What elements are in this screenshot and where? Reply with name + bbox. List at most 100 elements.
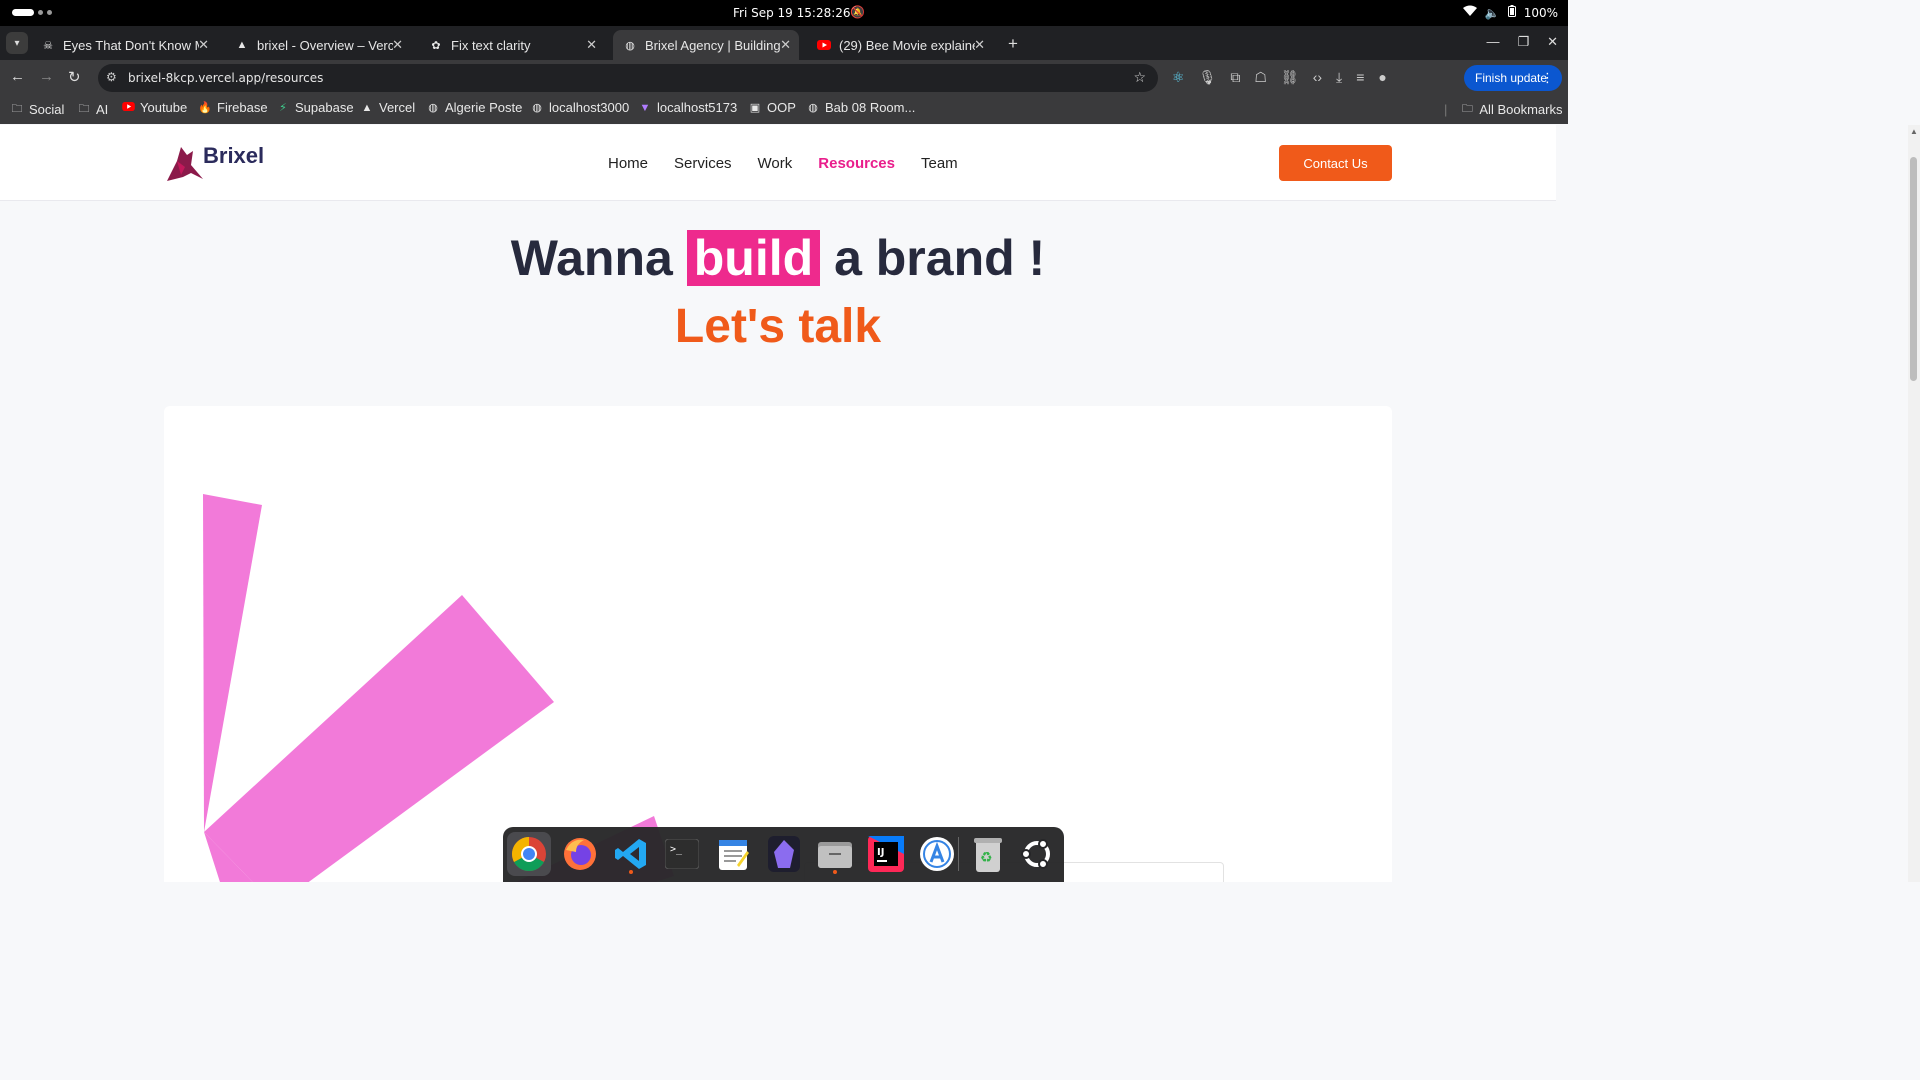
main-nav: Home Services Work Resources Team [608,155,958,172]
contact-us-button[interactable]: Contact Us [1279,145,1392,181]
bookmark-algerie-poste[interactable]: ◍ Algerie Poste [426,100,522,115]
nav-resources[interactable]: Resources [818,155,895,172]
download-icon[interactable]: ⤓ [1336,69,1342,86]
tab-youtube[interactable]: (29) Bee Movie explained ✕ [807,30,993,60]
bookmark-label: Youtube [140,100,188,115]
code-icon[interactable]: ‹› [1313,69,1322,86]
vercel-icon: ▲ [361,101,373,114]
hero-text-a-brand: a brand ! [834,230,1046,286]
address-url[interactable]: brixel-8kcp.vercel.app/resources [128,71,323,85]
all-bookmarks[interactable]: | 🗀 All Bookmarks [1444,100,1562,119]
close-icon[interactable]: ✕ [586,37,597,53]
tab-search-chevron-icon[interactable]: ▾ [6,32,28,54]
address-bar[interactable]: ⚙ brixel-8kcp.vercel.app/resources ☆ [98,64,1158,92]
react-devtools-icon[interactable]: ⚛ [1172,69,1185,86]
bookmark-star-icon[interactable]: ☆ [1133,69,1146,86]
bookmark-label: Bab 08 Room... [825,100,916,115]
close-icon[interactable]: ✕ [198,37,209,53]
tab-eyes[interactable]: ☠ Eyes That Don't Know M ✕ [31,30,217,60]
trash-icon[interactable]: ♻ [966,832,1010,876]
extensions-puzzle-icon[interactable]: ⧉ [1230,69,1240,86]
firefox-icon[interactable] [558,832,602,876]
forward-arrow-icon[interactable]: → [39,68,54,86]
close-icon[interactable]: ✕ [974,37,985,53]
window-controls: — ❐ ✕ [1486,34,1558,50]
system-tray[interactable]: 🔈 100% [1462,5,1558,20]
bookmark-label: Supabase [295,100,354,115]
back-arrow-icon[interactable]: ← [10,68,25,86]
text-editor-icon[interactable] [711,832,755,876]
close-window-icon[interactable]: ✕ [1547,34,1558,50]
vscode-icon[interactable] [609,832,653,876]
scrollbar-thumb[interactable] [1910,157,1917,381]
files-icon[interactable] [813,832,857,876]
vercel-icon: ▲ [236,39,248,51]
nav-work[interactable]: Work [758,155,793,172]
extensions-area: ⚛ 🎙 ⧉ ☖ ⛓ ‹› ⤓ ≡ ● [1172,69,1387,86]
tab-vercel[interactable]: ▲ brixel - Overview – Verce ✕ [225,30,411,60]
page-icon: ▣ [749,102,761,114]
logo-text: Brixel [203,143,265,168]
workspace-indicator[interactable] [12,9,52,16]
bookmark-ai[interactable]: 🗀 AI [77,100,109,119]
globe-icon: ◍ [428,102,438,114]
link-icon[interactable]: ⛓ [1281,69,1299,86]
bookmark-oop[interactable]: ▣ OOP [748,100,796,115]
profile-avatar-icon[interactable]: ● [1378,69,1386,86]
svg-text:>_: >_ [670,844,683,855]
bookmark-bab-08[interactable]: ◍ Bab 08 Room... [806,100,915,115]
bookmark-localhost3000[interactable]: ◍ localhost3000 [530,100,629,115]
bookmark-vercel[interactable]: ▲ Vercel [360,100,416,115]
folder-icon: 🗀 [78,103,90,115]
restore-icon[interactable]: ❐ [1517,34,1529,50]
bookmark-youtube[interactable]: Youtube [121,100,187,115]
new-tab-plus-icon[interactable]: + [1008,34,1018,54]
minimize-icon[interactable]: — [1486,34,1499,50]
intellij-icon[interactable]: IJ [864,832,908,876]
app-dock: >_ IJ ♻ [503,827,1064,882]
hero-text-wanna: Wanna [510,230,673,286]
page-scrollbar[interactable]: ▲ [1908,125,1920,882]
nav-team[interactable]: Team [921,155,958,172]
finish-update-label: Finish update [1475,71,1548,85]
bookmark-social[interactable]: 🗀 Social [10,100,65,119]
battery-icon [1507,5,1516,20]
globe-icon: ◍ [808,102,818,114]
brixel-logo[interactable]: Brixel [163,141,264,183]
terminal-icon[interactable]: >_ [660,832,704,876]
incognito-icon[interactable]: ☖ [1254,69,1267,86]
contact-card [164,406,1392,882]
system-clock[interactable]: Fri Sep 19 15:28:26 [733,6,851,20]
hero-highlight-build: build [686,230,821,286]
close-icon[interactable]: ✕ [392,37,403,53]
close-icon[interactable]: ✕ [780,37,791,53]
web-page: Brixel Home Services Work Resources Team… [0,125,1556,882]
nav-services[interactable]: Services [674,155,732,172]
bookmark-supabase[interactable]: ⚡ Supabase [276,100,354,115]
tab-title: brixel - Overview – Verce [257,37,393,53]
tab-title: Fix text clarity [451,37,531,53]
tab-chatgpt[interactable]: ✿ Fix text clarity ✕ [419,30,605,60]
more-menu-icon[interactable]: ⋮ [1541,70,1554,86]
vite-icon: ▼ [639,101,651,114]
finish-update-button[interactable]: Finish update ⋮ [1464,65,1562,91]
scroll-up-icon[interactable]: ▲ [1910,127,1918,136]
tab-brixel-active[interactable]: ◍ Brixel Agency | Building B ✕ [613,30,799,60]
bookmark-label: Algerie Poste [445,100,523,115]
tab-title: Eyes That Don't Know M [63,37,199,53]
chrome-icon[interactable] [507,832,551,876]
bookmark-label: OOP [767,100,796,115]
reload-icon[interactable]: ↻ [68,68,81,86]
ubuntu-icon[interactable] [1015,832,1059,876]
nav-home[interactable]: Home [608,155,648,172]
volume-icon: 🔈 [1484,5,1500,20]
obsidian-icon[interactable] [762,832,806,876]
app-store-icon[interactable] [915,832,959,876]
media-queue-icon[interactable]: ≡ [1356,69,1364,86]
bookmark-label: AI [96,102,109,117]
skull-icon: ☠ [43,39,53,52]
bookmark-firebase[interactable]: 🔥 Firebase [198,100,267,115]
microphone-icon[interactable]: 🎙 [1199,69,1217,86]
site-info-icon[interactable]: ⚙ [106,70,117,84]
bookmark-localhost5173[interactable]: ▼ localhost5173 [638,100,738,115]
